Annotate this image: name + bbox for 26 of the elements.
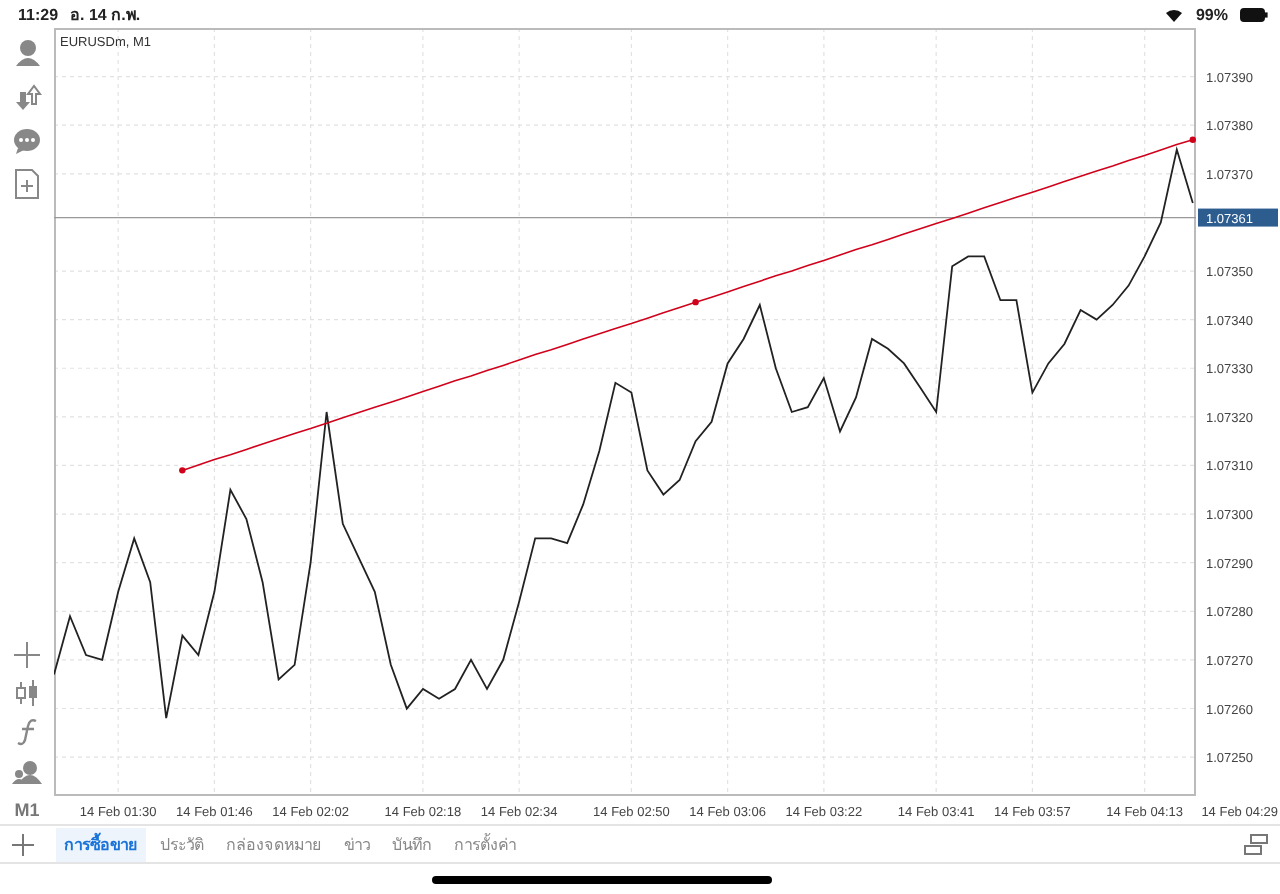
add-icon[interactable] [12,833,34,855]
status-date: อ. 14 ก.พ. [70,3,141,27]
tab[interactable]: กล่องจดหมาย [218,827,330,861]
tab[interactable]: การซื้อขาย [56,827,146,861]
transfer-arrows-icon[interactable] [13,82,41,114]
layout-icon[interactable] [1244,833,1268,855]
tab[interactable]: ประวัติ [152,827,212,861]
tab[interactable]: บันทึก [384,827,440,861]
new-document-icon[interactable] [14,168,40,200]
wifi-icon [1163,6,1184,22]
people-icon[interactable] [12,758,42,786]
point [1189,136,1196,143]
tab[interactable]: การตั้งค่า [446,827,524,861]
function-icon[interactable] [15,718,39,746]
battery-icon [1240,7,1268,21]
point [692,298,699,306]
crosshair-icon[interactable] [14,642,40,668]
candlestick-icon[interactable] [14,680,40,706]
battery-percent: 99% [1195,5,1228,23]
trend-line[interactable] [179,136,1196,474]
account-icon[interactable] [13,38,41,70]
timeframe-button[interactable]: M1 [14,800,40,820]
chat-icon[interactable] [12,126,42,156]
status-time: 11:29 [18,5,59,23]
tab[interactable]: ข่าว [336,827,378,861]
point [179,467,186,474]
